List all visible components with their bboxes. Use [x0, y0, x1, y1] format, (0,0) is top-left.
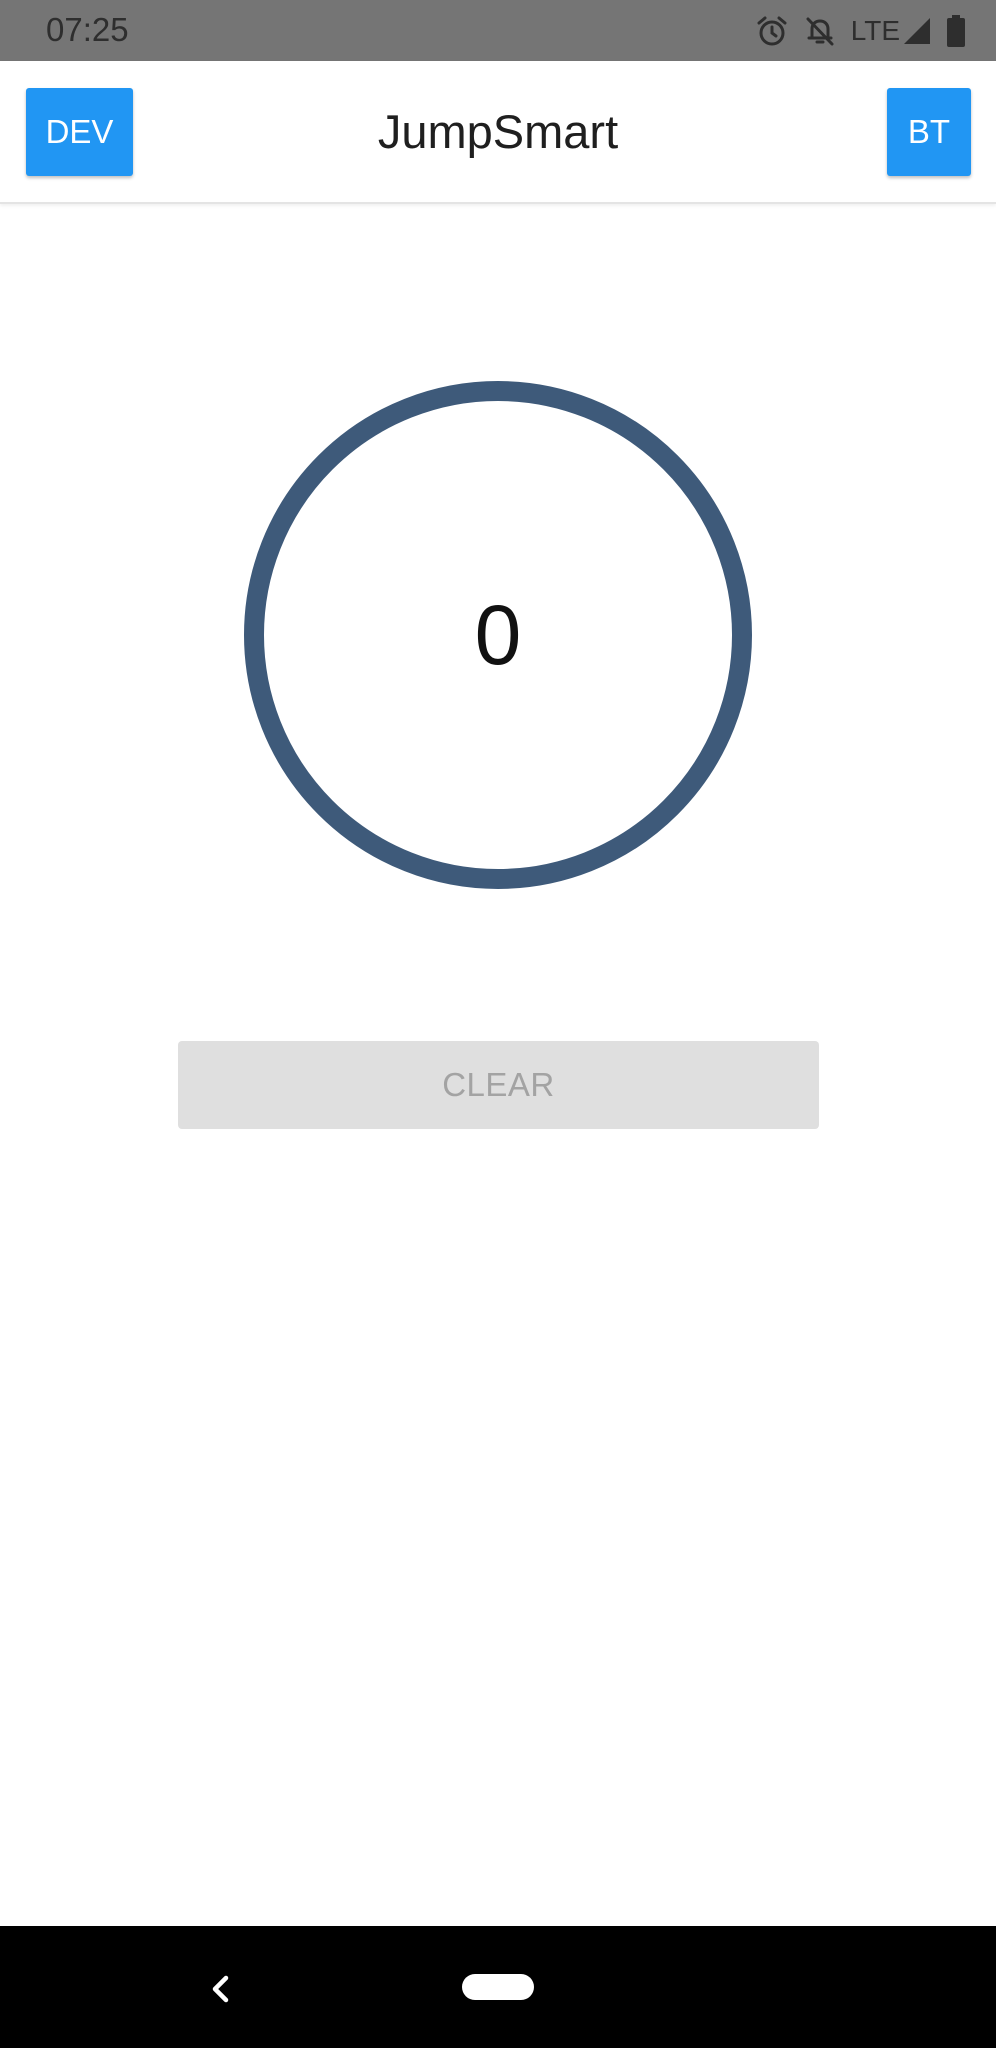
notifications-off-icon — [803, 14, 837, 48]
app-bar: DEV JumpSmart BT — [0, 61, 996, 204]
network-type-label: LTE — [850, 15, 900, 46]
home-pill-icon[interactable] — [462, 1974, 534, 2000]
back-icon[interactable] — [196, 1964, 246, 2014]
battery-icon — [946, 15, 966, 47]
bluetooth-button[interactable]: BT — [887, 88, 971, 176]
page-title: JumpSmart — [377, 105, 619, 158]
alarm-icon — [755, 14, 789, 48]
status-time: 07:25 — [46, 11, 129, 48]
status-bar: 07:25 LTE — [0, 0, 996, 61]
clear-button[interactable]: CLEAR — [178, 1041, 819, 1129]
signal-icon — [902, 16, 932, 46]
jump-counter-value: 0 — [474, 587, 522, 682]
system-nav-bar — [0, 1926, 996, 2048]
status-icons: LTE — [755, 12, 966, 50]
